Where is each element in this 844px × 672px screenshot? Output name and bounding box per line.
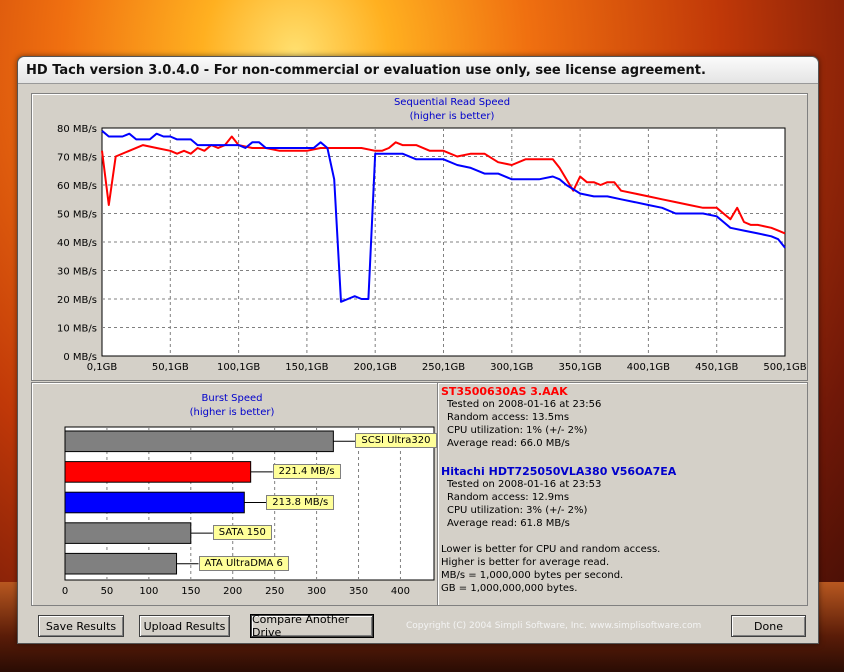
burst-tick-label: 300: [307, 586, 326, 597]
note-line-3: MB/s = 1,000,000 bytes per second.: [441, 570, 624, 581]
burst-bar: [64, 552, 178, 575]
drive1-info: ST3500630AS 3.AAK Tested on 2008-01-16 a…: [441, 385, 601, 450]
x-tick-label: 450,1GB: [695, 362, 738, 373]
burst-bar-label: ATA UltraDMA 6: [198, 555, 289, 571]
y-tick-label: 70 MB/s: [57, 153, 97, 164]
y-tick-label: 20 MB/s: [57, 295, 97, 306]
drive2-tested: Tested on 2008-01-16 at 23:53: [447, 479, 602, 490]
drive2-avg-read: Average read: 61.8 MB/s: [447, 518, 570, 529]
copyright-text: Copyright (C) 2004 Simpli Software, Inc.…: [406, 621, 702, 631]
burst-bar: [64, 461, 252, 483]
x-tick-label: 500,1GB: [763, 362, 806, 373]
window-title: HD Tach version 3.0.4.0 - For non-commer…: [26, 63, 706, 78]
compare-another-drive-button[interactable]: Compare Another Drive: [250, 613, 374, 639]
burst-tick-label: 100: [139, 586, 158, 597]
drive1-avg-read: Average read: 66.0 MB/s: [447, 438, 570, 449]
x-tick-label: 400,1GB: [627, 362, 670, 373]
burst-tick-label: 0: [62, 586, 68, 597]
note-line-1: Lower is better for CPU and random acces…: [441, 544, 661, 555]
y-tick-label: 80 MB/s: [57, 124, 97, 135]
drive2-cpu: CPU utilization: 3% (+/- 2%): [447, 505, 588, 516]
title-bar[interactable]: HD Tach version 3.0.4.0 - For non-commer…: [18, 57, 818, 84]
note-line-4: GB = 1,000,000,000 bytes.: [441, 583, 578, 594]
drive2-info: Hitachi HDT725050VLA380 V56OA7EA Tested …: [441, 465, 676, 530]
burst-speed-chart: 0 50 100 150 200 250 300 350 400: [62, 426, 435, 597]
burst-bar: [64, 430, 334, 453]
y-tick-label: 50 MB/s: [57, 210, 97, 221]
sequential-read-panel: Sequential Read Speed (higher is better)…: [31, 93, 808, 381]
burst-speed-panel: Burst Speed (higher is better) 0 50 100 150…: [31, 382, 438, 606]
burst-bar-label: SATA 150: [212, 525, 272, 541]
x-tick-label: 350,1GB: [558, 362, 601, 373]
note-line-2: Higher is better for average read.: [441, 557, 610, 568]
x-tick-label: 50,1GB: [152, 362, 189, 373]
save-results-button[interactable]: Save Results: [38, 615, 124, 637]
hdtach-window: HD Tach version 3.0.4.0 - For non-commer…: [17, 56, 819, 644]
sequential-read-chart: 0 MB/s10 MB/s20 MB/s30 MB/s40 MB/s50 MB/…: [57, 124, 807, 373]
x-tick-label: 0,1GB: [87, 362, 118, 373]
x-tick-label: 200,1GB: [354, 362, 397, 373]
results-info-panel: ST3500630AS 3.AAK Tested on 2008-01-16 a…: [437, 382, 808, 606]
burst-bar: [64, 491, 245, 514]
drive1-tested: Tested on 2008-01-16 at 23:56: [447, 399, 602, 410]
legend-notes: Lower is better for CPU and random acces…: [441, 543, 660, 595]
done-button[interactable]: Done: [731, 615, 806, 637]
drive1-cpu: CPU utilization: 1% (+/- 2%): [447, 425, 588, 436]
burst-tick-label: 50: [101, 586, 114, 597]
y-tick-label: 60 MB/s: [57, 181, 97, 192]
burst-bar-label: 213.8 MB/s: [266, 494, 335, 510]
x-tick-label: 150,1GB: [285, 362, 328, 373]
burst-tick-label: 200: [223, 586, 242, 597]
drive2-name: Hitachi HDT725050VLA380 V56OA7EA: [441, 465, 677, 478]
drive1-name: ST3500630AS 3.AAK: [441, 385, 568, 398]
x-tick-label: 300,1GB: [490, 362, 533, 373]
burst-tick-label: 250: [265, 586, 284, 597]
y-tick-label: 30 MB/s: [57, 267, 97, 278]
x-tick-label: 250,1GB: [422, 362, 465, 373]
burst-bar-label: 221.4 MB/s: [272, 463, 341, 479]
drive1-random-access: Random access: 13.5ms: [447, 412, 570, 423]
burst-bar-label: SCSI Ultra320: [355, 433, 437, 449]
y-tick-label: 40 MB/s: [57, 238, 97, 249]
y-tick-label: 10 MB/s: [57, 324, 97, 335]
burst-bar: [64, 522, 192, 544]
window-content: Sequential Read Speed (higher is better)…: [18, 84, 818, 643]
drive2-random-access: Random access: 12.9ms: [447, 492, 570, 503]
upload-results-button[interactable]: Upload Results: [139, 615, 230, 637]
burst-tick-label: 400: [391, 586, 410, 597]
burst-tick-label: 150: [181, 586, 200, 597]
burst-tick-label: 350: [349, 586, 368, 597]
x-tick-label: 100,1GB: [217, 362, 260, 373]
